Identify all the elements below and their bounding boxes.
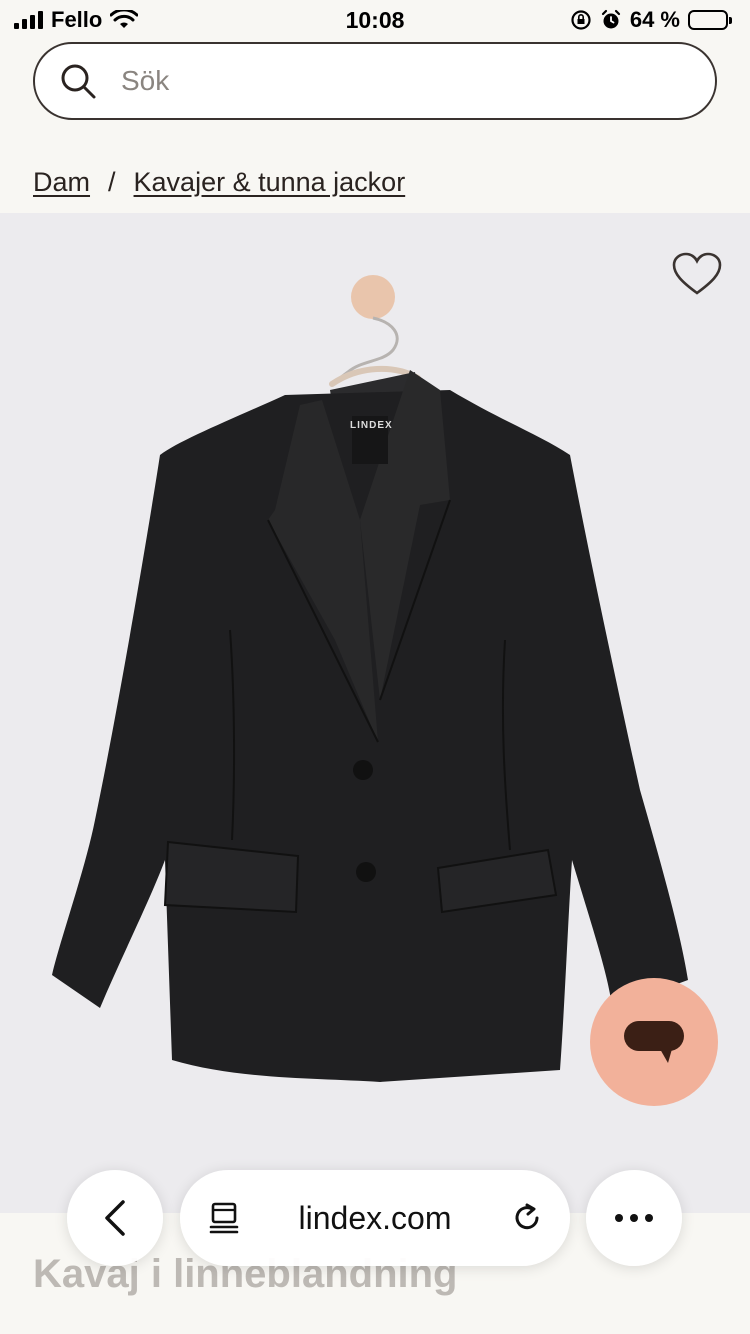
reload-icon[interactable] <box>510 1201 544 1235</box>
search-input[interactable] <box>121 65 681 97</box>
status-bar: Fello 10:08 64 % <box>0 0 750 40</box>
breadcrumb-kavajer[interactable]: Kavajer & tunna jackor <box>134 167 406 198</box>
reader-mode-icon[interactable] <box>208 1201 240 1235</box>
search-bar[interactable] <box>33 42 717 120</box>
browser-toolbar: lindex.com <box>0 1168 750 1268</box>
chat-button[interactable] <box>590 978 718 1106</box>
battery-icon <box>688 10 732 30</box>
search-icon <box>61 64 96 99</box>
breadcrumb: Dam / Kavajer & tunna jackor <box>33 160 405 204</box>
status-left: Fello <box>14 7 234 33</box>
more-button[interactable] <box>586 1170 682 1266</box>
more-icon <box>615 1214 653 1222</box>
chevron-left-icon <box>105 1200 125 1236</box>
status-right: 64 % <box>570 7 732 33</box>
carrier-label: Fello <box>51 7 103 32</box>
alarm-icon <box>601 9 620 29</box>
url-text[interactable]: lindex.com <box>299 1200 452 1237</box>
breadcrumb-dam[interactable]: Dam <box>33 167 90 198</box>
battery-percent: 64 % <box>629 7 680 32</box>
heart-icon <box>672 252 722 295</box>
rotation-lock-icon <box>571 10 591 30</box>
signal-icon <box>14 11 43 29</box>
wifi-icon <box>110 10 139 28</box>
address-bar[interactable]: lindex.com <box>180 1170 570 1266</box>
back-button[interactable] <box>67 1170 163 1266</box>
favorite-button[interactable] <box>670 250 724 298</box>
breadcrumb-separator: / <box>108 166 116 197</box>
brand-label: LINDEX <box>350 420 393 431</box>
chat-bubble-icon <box>624 1021 684 1063</box>
